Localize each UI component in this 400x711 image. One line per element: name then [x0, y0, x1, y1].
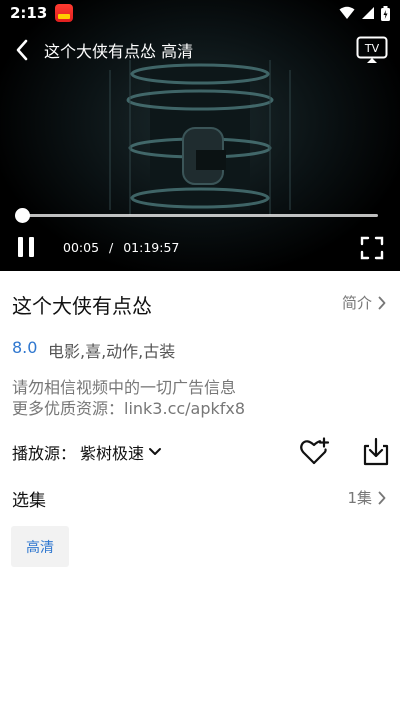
genre-list: 电影,喜,动作,古装: [48, 342, 176, 361]
pause-button[interactable]: [18, 237, 36, 257]
episode-chip[interactable]: 高清: [11, 526, 69, 567]
source-selector[interactable]: 播放源： 紫树极速: [12, 440, 162, 464]
playback-time: 00:05 / 01:19:57: [63, 240, 179, 255]
fullscreen-button[interactable]: [360, 236, 384, 260]
pause-icon-bar: [29, 237, 34, 257]
current-time: 00:05: [63, 240, 100, 255]
time-separator: /: [109, 240, 114, 255]
notice-line-2: 更多优质资源：link3.cc/apkfx8: [12, 399, 246, 418]
player-top-bar: 这个大侠有点怂 高清 TV: [0, 32, 400, 68]
back-button[interactable]: [0, 32, 44, 68]
movie-title: 这个大侠有点怂: [12, 294, 152, 318]
intro-link[interactable]: 简介: [342, 292, 386, 313]
episodes-count-link[interactable]: 1集: [347, 487, 386, 508]
status-indicators: [339, 5, 390, 21]
episodes-heading: 选集: [12, 491, 46, 511]
chevron-right-icon: [378, 296, 386, 309]
download-button[interactable]: [360, 436, 392, 468]
status-time: 2:13: [10, 4, 48, 22]
video-title: 这个大侠有点怂 高清: [44, 42, 194, 61]
app-notification-icon: [55, 4, 74, 22]
ad-notice: 请勿相信视频中的一切广告信息 更多优质资源：link3.cc/apkfx8: [12, 377, 245, 419]
intro-label: 简介: [341, 294, 372, 312]
download-icon: [363, 437, 389, 466]
pause-icon: [18, 237, 23, 257]
fullscreen-icon: [360, 236, 384, 260]
rating-score: 8.0: [12, 338, 38, 357]
tv-icon: TV: [356, 36, 388, 63]
source-value: 紫树极速: [80, 444, 145, 463]
chevron-down-icon: [149, 448, 162, 455]
video-player[interactable]: 2:13 这个大侠有点怂 高清 TV 00:05 / 01:19:57: [0, 0, 400, 271]
duration: 01:19:57: [123, 240, 180, 255]
signal-icon: [362, 7, 374, 19]
battery-icon: [381, 5, 390, 21]
notice-line-1: 请勿相信视频中的一切广告信息: [12, 378, 237, 397]
favorite-button[interactable]: [298, 436, 330, 468]
tv-label: TV: [364, 42, 380, 55]
player-controls: 00:05 / 01:19:57: [0, 232, 400, 262]
heart-add-icon: [300, 437, 330, 465]
seek-bar[interactable]: [15, 208, 378, 223]
cast-tv-button[interactable]: TV: [356, 36, 388, 64]
episodes-count: 1集: [347, 489, 372, 507]
wifi-icon: [339, 6, 355, 19]
chevron-left-icon: [16, 39, 28, 61]
source-label: 播放源：: [12, 444, 77, 463]
chevron-right-icon: [378, 491, 386, 504]
status-bar: 2:13: [0, 0, 400, 26]
